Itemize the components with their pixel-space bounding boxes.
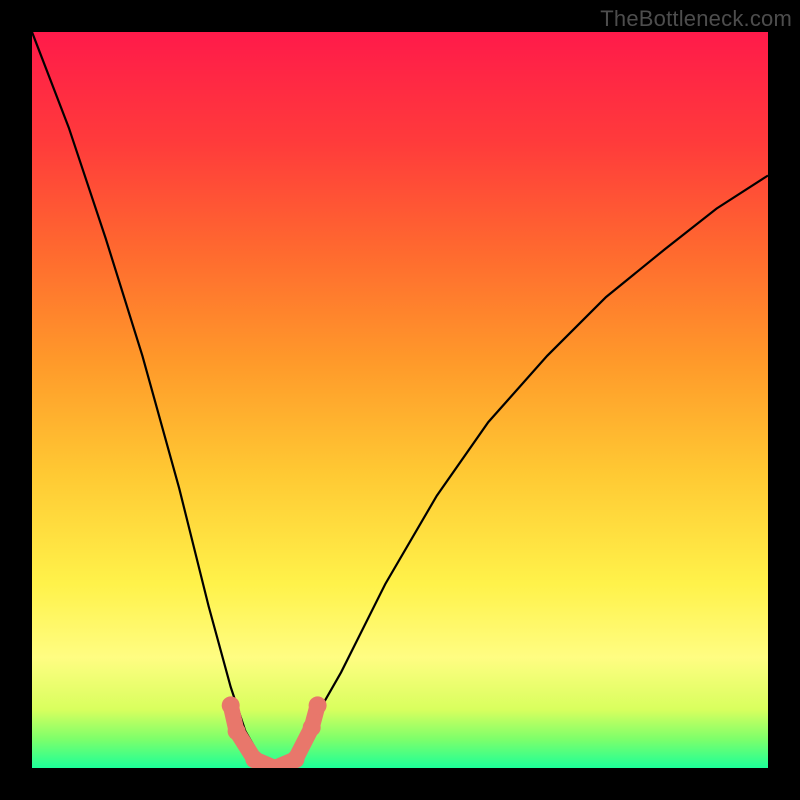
highlight-marker-dot bbox=[309, 696, 327, 714]
highlight-marker-dot bbox=[303, 719, 321, 737]
bottleneck-curve-path bbox=[32, 32, 768, 768]
plot-area bbox=[32, 32, 768, 768]
highlight-marker-dots bbox=[222, 696, 327, 768]
curve-layer bbox=[32, 32, 768, 768]
highlight-marker-dot bbox=[287, 750, 305, 768]
highlight-marker-dot bbox=[228, 722, 246, 740]
highlight-marker-path bbox=[231, 705, 318, 768]
watermark-text: TheBottleneck.com bbox=[600, 6, 792, 32]
highlight-marker-dot bbox=[222, 696, 240, 714]
highlight-marker-dot bbox=[245, 750, 263, 768]
chart-frame: TheBottleneck.com bbox=[0, 0, 800, 800]
